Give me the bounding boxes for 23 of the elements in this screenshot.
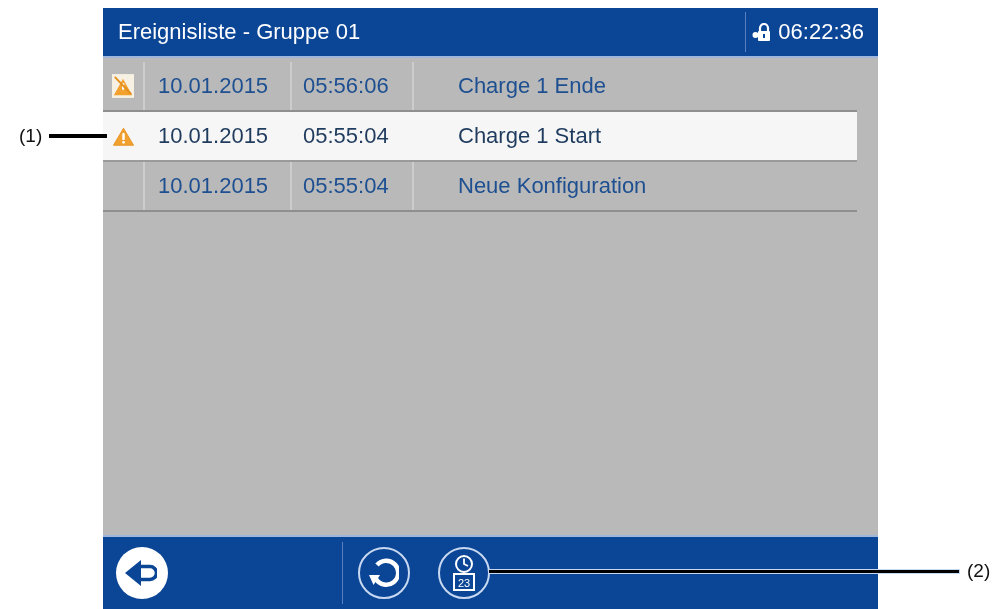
time-cell: 05:55:04 (290, 162, 412, 210)
date-cell-text: 10.01.2015 (157, 122, 270, 150)
date-cell: 10.01.2015 (143, 162, 290, 210)
event-row[interactable]: 10.01.2015 05:55:04 Neue Konfiguration (103, 162, 857, 212)
date-cell: 10.01.2015 (143, 62, 290, 110)
callout-label: (1) (19, 125, 43, 147)
time-cell-text: 05:55:04 (302, 122, 390, 150)
event-cell-text: Charge 1 Start (457, 122, 603, 150)
clock-time: 06:22:36 (778, 19, 864, 45)
padlock-icon (752, 23, 773, 41)
date-time-button[interactable]: 23 (438, 547, 490, 599)
back-button[interactable] (116, 547, 168, 599)
window-title: Ereignisliste - Gruppe 01 (118, 19, 361, 45)
warning-icon (112, 126, 134, 146)
event-cell: Charge 1 Ende (412, 62, 857, 110)
refresh-icon (369, 558, 399, 588)
event-row[interactable]: 10.01.2015 05:55:04 Charge 1 Start (103, 112, 857, 162)
refresh-button[interactable] (358, 547, 410, 599)
callout-label: (2) (967, 560, 991, 582)
event-cell: Neue Konfiguration (412, 162, 857, 210)
time-cell: 05:56:06 (290, 62, 412, 110)
back-arrow-icon (125, 559, 157, 587)
crossed-warning-icon (112, 74, 134, 98)
